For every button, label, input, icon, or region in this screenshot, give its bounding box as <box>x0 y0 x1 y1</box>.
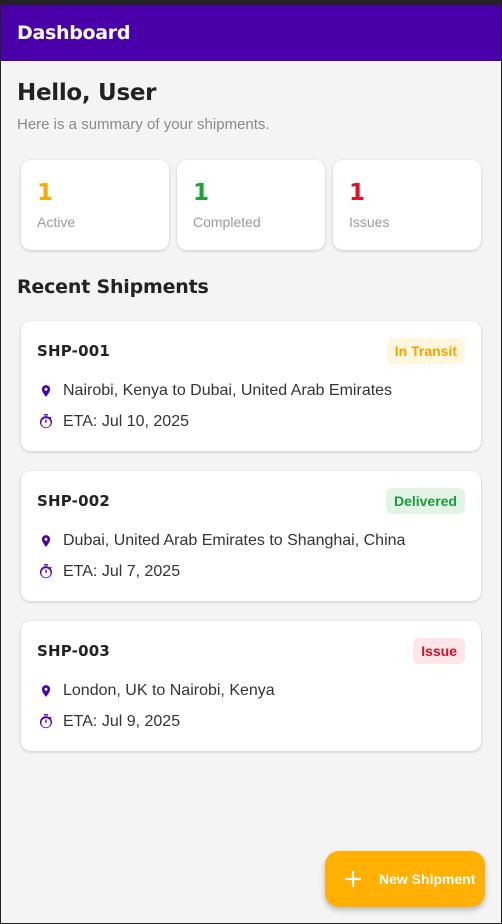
stopwatch-icon <box>37 413 55 431</box>
stat-label: Active <box>37 214 76 230</box>
status-badge: In Transit <box>386 338 465 364</box>
shipment-route: Dubai, United Arab Emirates to Shanghai,… <box>63 531 406 549</box>
stat-card-issues: 1 Issues <box>333 160 481 250</box>
section-title: Recent Shipments <box>17 276 209 298</box>
status-badge: Issue <box>413 638 465 664</box>
plus-icon <box>343 869 363 889</box>
stat-card-active: 1 Active <box>21 160 169 250</box>
main-content: Hello, User Here is a summary of your sh… <box>1 80 501 751</box>
stat-label: Issues <box>349 214 390 230</box>
stat-value: 1 <box>349 180 366 206</box>
shipment-eta: ETA: Jul 10, 2025 <box>63 412 189 430</box>
app-screen: Dashboard Hello, User Here is a summary … <box>1 5 501 923</box>
shipment-route: Nairobi, Kenya to Dubai, United Arab Emi… <box>63 381 393 399</box>
shipment-card-shp-002[interactable]: SHP-002 Delivered Dubai, United Arab Emi… <box>21 471 481 601</box>
shipment-id: SHP-003 <box>37 642 111 660</box>
shipment-card-shp-003[interactable]: SHP-003 Issue London, UK to Nairobi, Ken… <box>21 621 481 751</box>
shipment-list: SHP-001 In Transit Nairobi, Kenya to Dub… <box>17 321 485 751</box>
status-badge: Delivered <box>385 488 465 514</box>
stat-value: 1 <box>193 180 210 206</box>
shipment-card-shp-001[interactable]: SHP-001 In Transit Nairobi, Kenya to Dub… <box>21 321 481 451</box>
stats-row: 1 Active 1 Completed 1 Issues <box>17 160 485 250</box>
stat-card-completed: 1 Completed <box>177 160 325 250</box>
greeting-title: Hello, User <box>17 80 157 106</box>
app-bar: Dashboard <box>1 5 501 61</box>
greeting-subtitle: Here is a summary of your shipments. <box>17 116 270 133</box>
location-pin-icon <box>37 382 55 400</box>
location-pin-icon <box>37 682 55 700</box>
shipment-eta: ETA: Jul 9, 2025 <box>63 712 181 730</box>
new-shipment-label: New Shipment <box>379 871 476 887</box>
stat-label: Completed <box>193 214 261 230</box>
stopwatch-icon <box>37 563 55 581</box>
stopwatch-icon <box>37 713 55 731</box>
location-pin-icon <box>37 532 55 550</box>
shipment-id: SHP-002 <box>37 492 111 510</box>
shipment-route: London, UK to Nairobi, Kenya <box>63 681 275 699</box>
shipment-id: SHP-001 <box>37 342 111 360</box>
stat-value: 1 <box>37 180 54 206</box>
new-shipment-button[interactable]: New Shipment <box>325 851 485 907</box>
app-bar-title: Dashboard <box>17 22 131 44</box>
shipment-eta: ETA: Jul 7, 2025 <box>63 562 181 580</box>
